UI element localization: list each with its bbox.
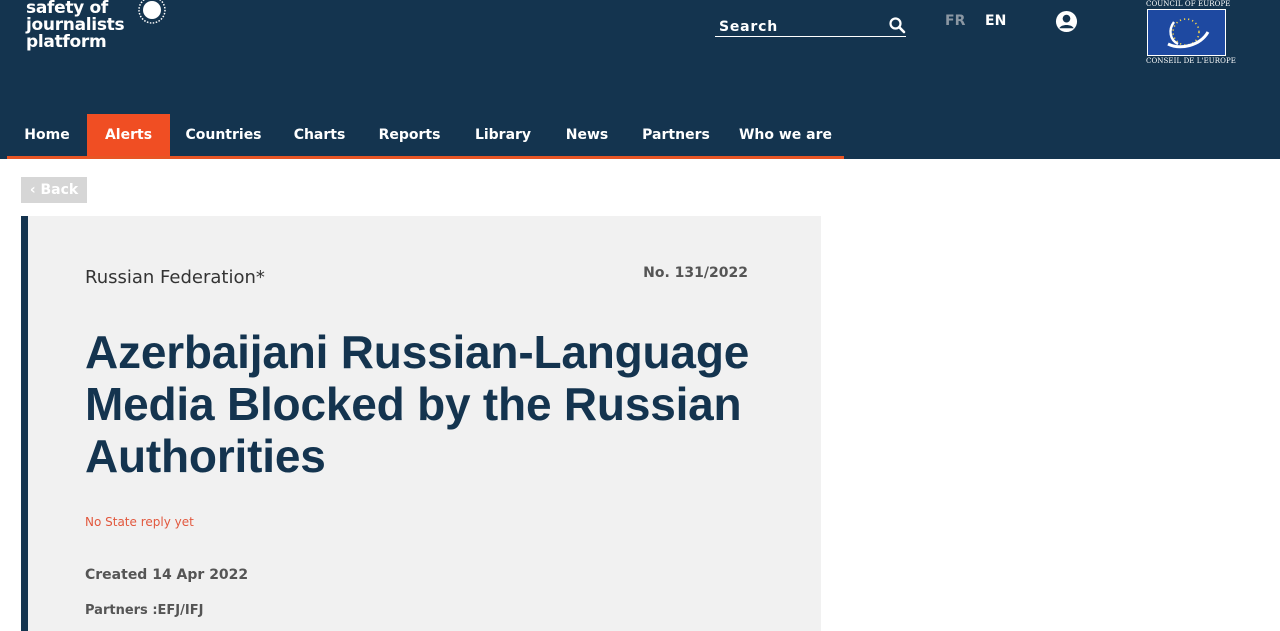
coe-flag-icon <box>1147 9 1226 56</box>
nav-charts[interactable]: Charts <box>277 114 362 156</box>
site-header: safety of journalists platform Search FR… <box>0 0 1280 159</box>
alert-card: Russian Federation* No. 131/2022 Azerbai… <box>21 216 821 631</box>
site-logo[interactable]: safety of journalists platform <box>26 0 166 52</box>
nav-news[interactable]: News <box>549 114 625 156</box>
nav-alerts[interactable]: Alerts <box>87 114 170 156</box>
search-field[interactable]: Search <box>715 15 906 37</box>
nav-partners[interactable]: Partners <box>625 114 727 156</box>
user-account-icon[interactable] <box>1055 10 1078 33</box>
logo-line-3: platform <box>26 32 107 52</box>
search-label: Search <box>719 19 778 35</box>
coe-stars-icon <box>1167 18 1210 49</box>
alert-country[interactable]: Russian Federation* <box>85 267 265 288</box>
nav-countries[interactable]: Countries <box>170 114 277 156</box>
coe-name-en: COUNCIL OF EUROPE <box>1146 0 1231 8</box>
council-of-europe-logo[interactable]: COUNCIL OF EUROPE CONSEIL DE L'EUROPE <box>1146 0 1237 66</box>
alert-title: Azerbaijani Russian-Language Media Block… <box>85 326 750 482</box>
state-reply-status: No State reply yet <box>85 515 194 529</box>
nav-who-we-are[interactable]: Who we are <box>727 114 844 156</box>
sun-emblem-icon <box>138 0 166 24</box>
search-icon[interactable] <box>888 16 906 34</box>
alert-number: No. 131/2022 <box>643 265 748 281</box>
alert-partners: Partners :EFJ/IFJ <box>85 603 204 618</box>
language-en[interactable]: EN <box>985 13 1006 29</box>
nav-library[interactable]: Library <box>457 114 549 156</box>
coe-name-fr: CONSEIL DE L'EUROPE <box>1146 57 1237 65</box>
nav-reports[interactable]: Reports <box>362 114 457 156</box>
nav-home[interactable]: Home <box>7 114 87 156</box>
language-fr[interactable]: FR <box>945 13 965 29</box>
back-button[interactable]: ‹ Back <box>21 177 87 203</box>
main-navigation: Home Alerts Countries Charts Reports Lib… <box>7 114 844 159</box>
created-date: Created 14 Apr 2022 <box>85 567 249 583</box>
